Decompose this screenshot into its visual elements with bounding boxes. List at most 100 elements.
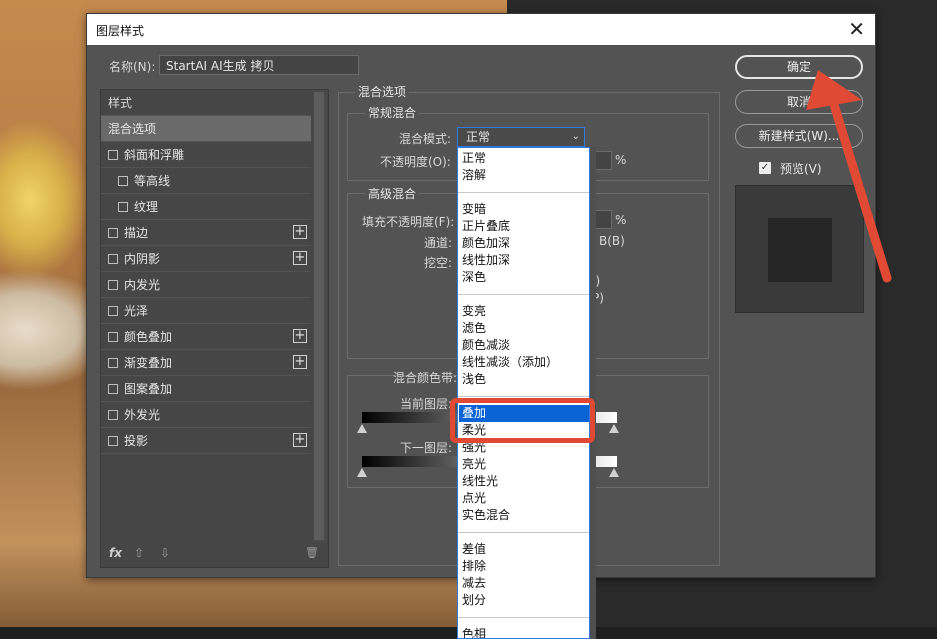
style-item-label: 纹理 (134, 200, 159, 214)
style-checkbox[interactable] (118, 202, 128, 212)
style-checkbox[interactable] (108, 280, 118, 290)
style-item[interactable]: 描边 + (101, 220, 311, 246)
style-checkbox[interactable] (108, 410, 118, 420)
blend-mode-option[interactable]: 变暗 (462, 201, 486, 218)
blend-mode-option[interactable]: 正片叠底 (462, 218, 510, 235)
move-down-icon[interactable]: ⇩ (160, 546, 170, 560)
style-item[interactable]: 光泽 (101, 298, 311, 324)
channel-b-checkbox[interactable]: B(B) (599, 234, 625, 248)
advanced-blending-title: 高级混合 (365, 185, 420, 202)
blend-mode-value: 正常 (466, 130, 491, 144)
style-item-label: 斜面和浮雕 (124, 148, 185, 162)
style-checkbox[interactable] (108, 150, 118, 160)
style-item-label: 投影 (124, 434, 149, 448)
style-list-scroll-thumb[interactable] (314, 92, 324, 540)
blend-mode-option[interactable]: 深色 (462, 269, 486, 286)
style-checkbox[interactable] (108, 332, 118, 342)
add-effect-plus-icon[interactable]: + (293, 355, 307, 369)
style-item[interactable]: 等高线 (101, 168, 311, 194)
channels-label: 通道: (424, 236, 453, 250)
style-item-label: 描边 (124, 226, 149, 240)
dropdown-separator (458, 192, 589, 193)
blend-mode-option[interactable]: 正常 (462, 150, 486, 167)
preview-checkbox[interactable]: ✓ (759, 162, 771, 174)
dropdown-scrollbar[interactable] (590, 147, 596, 639)
blend-mode-label: 混合模式: (399, 132, 452, 146)
blend-mode-option[interactable]: 线性加深 (462, 252, 510, 269)
layer-name-input[interactable] (159, 55, 359, 75)
blend-mode-option[interactable]: 亮光 (462, 456, 486, 473)
this-layer-white-slider[interactable] (609, 424, 619, 433)
style-item[interactable]: 投影 + (101, 428, 311, 454)
dropdown-separator (458, 396, 589, 397)
opacity-percent: % (615, 153, 627, 167)
style-checkbox[interactable] (108, 228, 118, 238)
style-checkbox[interactable] (108, 384, 118, 394)
blend-mode-option[interactable]: 变亮 (462, 303, 486, 320)
add-effect-plus-icon[interactable]: + (293, 225, 307, 239)
styles-header-label: 样式 (108, 96, 133, 110)
blending-options-title: 混合选项 (355, 83, 410, 100)
style-checkbox[interactable] (108, 306, 118, 316)
style-item[interactable]: 斜面和浮雕 (101, 142, 311, 168)
blend-mode-option[interactable]: 溶解 (462, 167, 486, 184)
move-up-icon[interactable]: ⇧ (134, 546, 144, 560)
this-layer-black-slider[interactable] (357, 424, 367, 433)
style-list-panel: 样式 混合选项 斜面和浮雕 等高线 纹理 描边 + 内阴影 + 内发光 光泽 颜色叠加 + 渐变叠加 +… (100, 89, 329, 568)
underlying-layer-label: 下一图层: (400, 441, 453, 455)
blend-mode-option[interactable]: 减去 (462, 575, 486, 592)
style-item-label: 光泽 (124, 304, 149, 318)
blend-mode-option[interactable]: 颜色减淡 (462, 337, 510, 354)
style-checkbox[interactable] (108, 436, 118, 446)
name-label: 名称(N): (109, 60, 156, 74)
blend-mode-dropdown-list[interactable]: 正常 溶解 变暗 正片叠底 颜色加深 线性加深 深色 变亮 滤色 颜色减淡 线性减淡（添加） 浅色 叠加… (457, 147, 590, 639)
add-effect-plus-icon[interactable]: + (293, 251, 307, 265)
blend-mode-option[interactable]: 线性光 (462, 473, 498, 490)
blend-mode-option[interactable]: 实色混合 (462, 507, 510, 524)
underlying-black-slider[interactable] (357, 468, 367, 477)
blend-if-label: 混合颜色带: (393, 371, 458, 385)
dropdown-separator (458, 617, 589, 618)
style-item[interactable]: 图案叠加 (101, 376, 311, 402)
preview-label: 预览(V) (780, 162, 822, 176)
style-item[interactable]: 颜色叠加 + (101, 324, 311, 350)
blend-mode-option[interactable]: 色相 (462, 626, 486, 638)
style-checkbox[interactable] (118, 176, 128, 186)
cancel-button[interactable]: 取消 (735, 90, 863, 114)
blend-mode-select[interactable]: 正常 ⌄ (457, 127, 585, 147)
fill-opacity-percent: % (615, 213, 627, 227)
style-item[interactable]: 外发光 (101, 402, 311, 428)
style-item[interactable]: 内发光 (101, 272, 311, 298)
close-icon[interactable]: ✕ (848, 18, 865, 40)
annotation-highlight-box (450, 398, 595, 443)
blend-mode-option[interactable]: 线性减淡（添加） (462, 354, 558, 371)
blend-mode-option[interactable]: 滤色 (462, 320, 486, 337)
fx-icon[interactable]: fx (109, 546, 122, 560)
blend-mode-option[interactable]: 排除 (462, 558, 486, 575)
styles-header[interactable]: 样式 (101, 90, 311, 116)
add-effect-plus-icon[interactable]: + (293, 329, 307, 343)
blend-mode-option[interactable]: 差值 (462, 541, 486, 558)
style-checkbox[interactable] (108, 358, 118, 368)
fill-opacity-label: 填充不透明度(F): (362, 215, 455, 229)
style-preview-thumbnail (735, 185, 864, 313)
opacity-label: 不透明度(O): (380, 155, 451, 169)
style-list-footer: fx ⇧ ⇩ 🗑 (101, 542, 327, 566)
style-item-label: 外发光 (124, 408, 161, 422)
preview-swatch (768, 218, 832, 282)
underlying-white-slider[interactable] (609, 468, 619, 477)
style-item-blending-options[interactable]: 混合选项 (101, 116, 311, 142)
ok-button[interactable]: 确定 (735, 55, 863, 79)
style-item-label: 混合选项 (108, 122, 157, 136)
trash-icon[interactable]: 🗑 (305, 546, 319, 559)
style-item[interactable]: 内阴影 + (101, 246, 311, 272)
blend-mode-option[interactable]: 划分 (462, 592, 486, 609)
style-item[interactable]: 渐变叠加 + (101, 350, 311, 376)
blend-mode-option[interactable]: 颜色加深 (462, 235, 510, 252)
new-style-button[interactable]: 新建样式(W)... (735, 124, 863, 148)
blend-mode-option[interactable]: 点光 (462, 490, 486, 507)
style-item[interactable]: 纹理 (101, 194, 311, 220)
add-effect-plus-icon[interactable]: + (293, 433, 307, 447)
style-checkbox[interactable] (108, 254, 118, 264)
blend-mode-option[interactable]: 浅色 (462, 371, 486, 388)
